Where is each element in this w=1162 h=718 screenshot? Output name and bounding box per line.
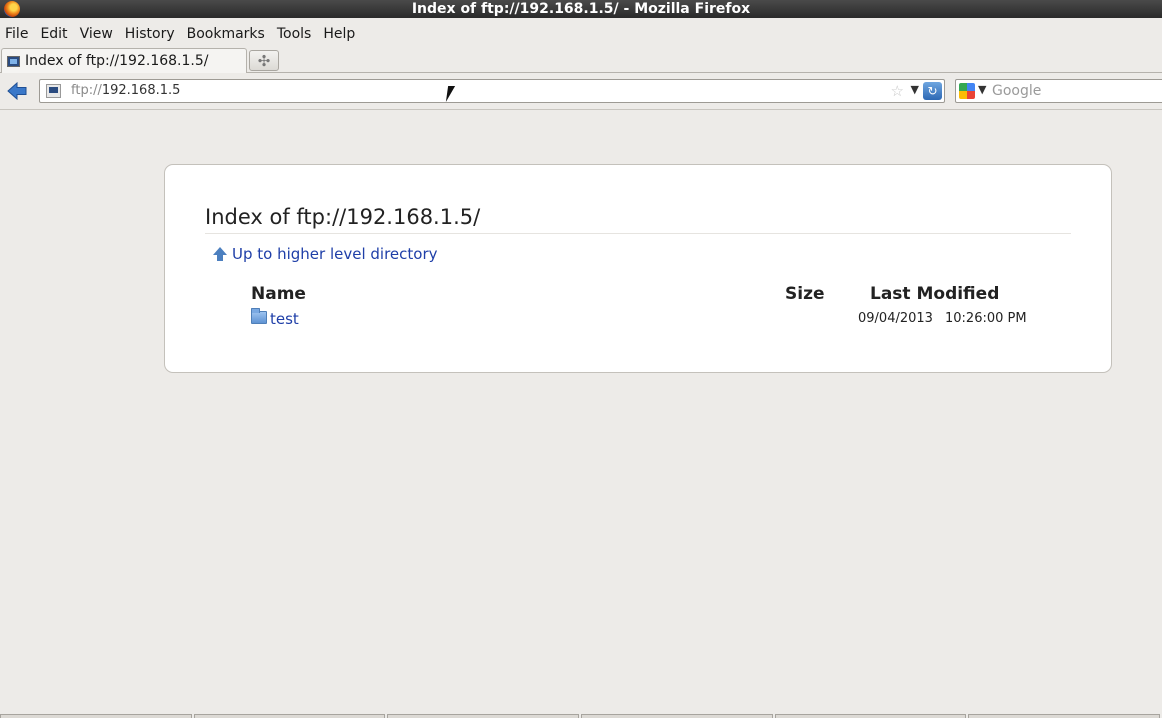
menu-help[interactable]: Help xyxy=(318,22,362,46)
column-header-last-modified[interactable]: Last Modified xyxy=(870,284,999,304)
folder-icon xyxy=(251,308,267,324)
menu-view[interactable]: View xyxy=(75,22,120,46)
directory-listing-panel: Index of ftp://192.168.1.5/ Up to higher… xyxy=(164,164,1112,373)
tab-ftp-index[interactable]: Index of ftp://192.168.1.5/ xyxy=(1,48,247,73)
up-directory-link-text[interactable]: Up to higher level directory xyxy=(232,245,438,263)
menu-tools[interactable]: Tools xyxy=(272,22,319,46)
tab-label: Index of ftp://192.168.1.5/ xyxy=(25,53,209,69)
url-text[interactable]: ftp://192.168.1.5 xyxy=(71,83,180,98)
menu-edit[interactable]: Edit xyxy=(35,22,74,46)
taskbar-slot[interactable] xyxy=(968,714,1161,718)
reload-icon: ↻ xyxy=(927,84,938,98)
search-bar[interactable]: ▼ xyxy=(955,79,1162,103)
tab-strip: Index of ftp://192.168.1.5/ ✣ xyxy=(0,48,1162,73)
new-tab-button[interactable]: ✣ xyxy=(249,50,279,71)
bookmark-star-icon[interactable]: ☆ xyxy=(891,82,904,100)
google-icon[interactable] xyxy=(959,83,975,99)
row-date: 09/04/2013 xyxy=(858,311,933,326)
bottom-taskbar xyxy=(0,714,1162,718)
page-content: Index of ftp://192.168.1.5/ Up to higher… xyxy=(0,111,1162,714)
taskbar-slot[interactable] xyxy=(774,714,967,718)
taskbar-slot[interactable] xyxy=(0,714,192,718)
page-title: Index of ftp://192.168.1.5/ xyxy=(205,205,1071,234)
up-arrow-icon xyxy=(213,247,227,261)
back-button[interactable] xyxy=(6,80,28,102)
back-arrow-icon xyxy=(7,82,27,100)
row-time: 10:26:00 PM xyxy=(945,311,1027,326)
window-title: Index of ftp://192.168.1.5/ - Mozilla Fi… xyxy=(411,1,751,17)
navigation-toolbar: ftp://192.168.1.5 ☆ ▼ ↻ ▼ xyxy=(0,74,1162,110)
firefox-icon[interactable] xyxy=(4,1,20,17)
search-input[interactable] xyxy=(992,81,1162,101)
site-identity-icon[interactable] xyxy=(46,84,61,98)
menu-bar: File Edit View History Bookmarks Tools H… xyxy=(0,22,1162,46)
table-row: test 09/04/2013 10:26:00 PM xyxy=(251,308,1031,329)
mouse-cursor-icon xyxy=(445,86,461,102)
chevron-down-icon[interactable]: ▼ xyxy=(978,83,986,96)
url-host: 192.168.1.5 xyxy=(101,83,181,98)
column-header-name[interactable]: Name xyxy=(251,284,306,304)
reload-button[interactable]: ↻ xyxy=(923,82,942,100)
menu-history[interactable]: History xyxy=(120,22,182,46)
menu-file[interactable]: File xyxy=(0,22,35,46)
taskbar-slot[interactable] xyxy=(581,714,773,718)
taskbar-slot[interactable] xyxy=(193,714,386,718)
up-directory-link[interactable]: Up to higher level directory xyxy=(213,245,438,263)
url-protocol: ftp:// xyxy=(71,83,102,98)
chevron-down-icon[interactable]: ▼ xyxy=(911,83,919,96)
plus-icon: ✣ xyxy=(257,51,271,70)
folder-link-test[interactable]: test xyxy=(270,310,299,328)
taskbar-slot[interactable] xyxy=(387,714,580,718)
window-title-bar: Index of ftp://192.168.1.5/ - Mozilla Fi… xyxy=(0,0,1162,18)
column-header-size[interactable]: Size xyxy=(785,284,825,304)
url-bar[interactable]: ftp://192.168.1.5 ☆ ▼ ↻ xyxy=(39,79,945,103)
menu-bookmarks[interactable]: Bookmarks xyxy=(182,22,272,46)
computer-icon xyxy=(7,55,20,67)
